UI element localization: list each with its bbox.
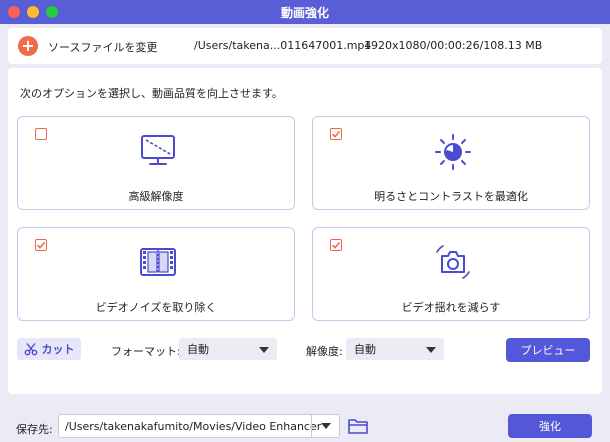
window-title: 動画強化 bbox=[280, 5, 329, 20]
folder-icon[interactable] bbox=[348, 418, 368, 434]
camera-stabilize-icon bbox=[436, 245, 470, 279]
resolution-select-value: 自動 bbox=[354, 343, 376, 356]
zoom-window-button[interactable] bbox=[46, 6, 58, 18]
option-card-brightness[interactable]: 明るさとコントラストを最適化 bbox=[312, 116, 590, 210]
chevron-down-icon[interactable] bbox=[321, 423, 331, 429]
checkmark-icon bbox=[331, 241, 341, 249]
save-location-select[interactable]: /Users/takenakafumito/Movies/Video Enhan… bbox=[58, 414, 340, 438]
format-label: フォーマット: bbox=[111, 345, 181, 358]
source-file-info: 1920x1080/00:00:26/108.13 MB bbox=[364, 39, 543, 52]
title-bar: 動画強化 bbox=[0, 0, 610, 24]
save-location-path: /Users/takenakafumito/Movies/Video Enhan… bbox=[65, 419, 322, 433]
option-card-upscale[interactable]: 高級解像度 bbox=[17, 116, 295, 210]
scissors-icon bbox=[24, 343, 37, 356]
cut-button-label: カット bbox=[41, 343, 75, 356]
checkmark-icon bbox=[331, 130, 341, 138]
option-checkbox-stabilize[interactable] bbox=[330, 239, 342, 251]
minimize-window-button[interactable] bbox=[27, 6, 39, 18]
bottom-bar: 保存先: /Users/takenakafumito/Movies/Video … bbox=[0, 408, 610, 438]
format-select-value: 自動 bbox=[187, 343, 209, 356]
option-label-upscale: 高級解像度 bbox=[128, 190, 184, 203]
close-window-button[interactable] bbox=[8, 6, 20, 18]
settings-row: カット フォーマット: 自動 解像度: 自動 プレビュー bbox=[8, 338, 602, 362]
film-denoise-icon bbox=[140, 248, 176, 276]
plus-icon[interactable]: + bbox=[18, 36, 38, 56]
option-label-denoise: ビデオノイズを取り除く bbox=[95, 301, 217, 314]
option-checkbox-denoise[interactable] bbox=[35, 239, 47, 251]
checkmark-icon bbox=[36, 241, 46, 249]
resolution-label: 解像度: bbox=[306, 345, 343, 358]
option-checkbox-brightness[interactable] bbox=[330, 128, 342, 140]
save-location-label: 保存先: bbox=[16, 423, 53, 436]
brightness-icon bbox=[435, 134, 471, 170]
cut-button[interactable]: カット bbox=[17, 338, 81, 360]
option-label-brightness: 明るさとコントラストを最適化 bbox=[374, 190, 528, 203]
option-card-stabilize[interactable]: ビデオ揺れを減らす bbox=[312, 227, 590, 321]
option-checkbox-upscale[interactable] bbox=[35, 128, 47, 140]
options-panel: 次のオプションを選択し、動画品質を向上させます。 高級解像度 明るさとコントラス… bbox=[8, 68, 602, 394]
window-controls bbox=[8, 6, 58, 18]
monitor-upscale-icon bbox=[141, 135, 175, 165]
option-card-denoise[interactable]: ビデオノイズを取り除く bbox=[17, 227, 295, 321]
format-select[interactable]: 自動 bbox=[179, 338, 277, 360]
chevron-down-icon bbox=[426, 347, 436, 353]
source-file-bar: + ソースファイルを変更 /Users/takena...011647001.m… bbox=[8, 28, 602, 64]
preview-button[interactable]: プレビュー bbox=[506, 338, 590, 362]
instruction-text: 次のオプションを選択し、動画品質を向上させます。 bbox=[20, 87, 283, 100]
enhance-button[interactable]: 強化 bbox=[508, 414, 592, 438]
chevron-down-icon bbox=[259, 347, 269, 353]
option-label-stabilize: ビデオ揺れを減らす bbox=[401, 301, 501, 314]
divider bbox=[311, 415, 312, 437]
source-file-path: /Users/takena...011647001.mp4 bbox=[194, 39, 372, 52]
change-source-button[interactable]: ソースファイルを変更 bbox=[48, 39, 157, 55]
resolution-select[interactable]: 自動 bbox=[346, 338, 444, 360]
